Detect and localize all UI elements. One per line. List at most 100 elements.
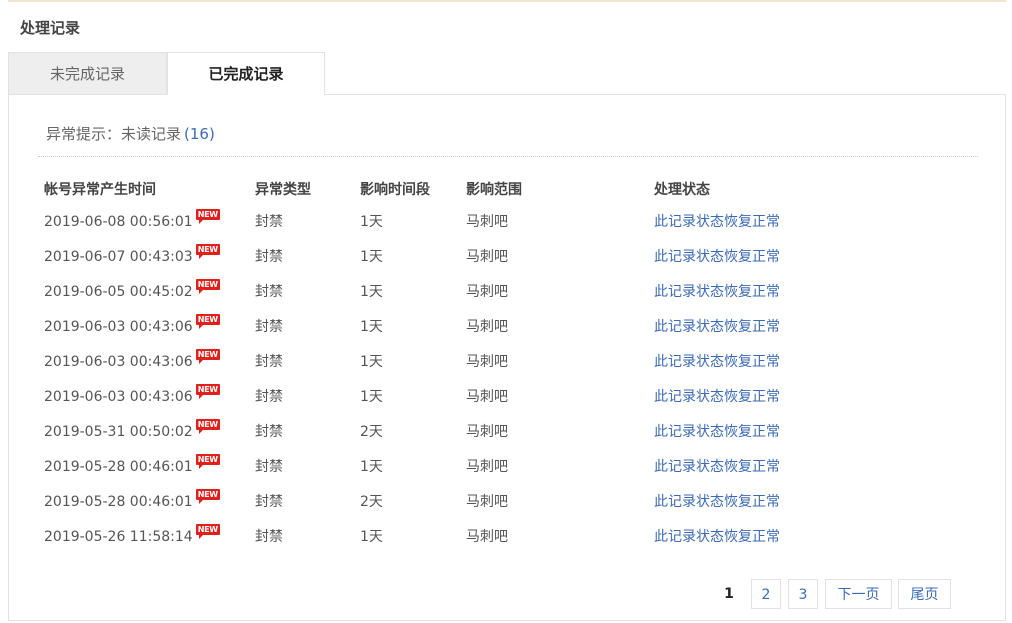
new-badge-icon: NEW — [195, 489, 220, 504]
row-time-text: 2019-05-28 00:46:01 — [44, 459, 193, 475]
table-body: 2019-06-08 00:56:01 NEW 封禁 1天 马刺吧 此记录状态恢复正常 20… — [9, 205, 1005, 555]
table-row: 2019-05-28 00:46:01 NEW 封禁 2天 马刺吧 此记录状态恢复正常 — [9, 485, 1005, 520]
row-time-text: 2019-06-08 00:56:01 — [44, 214, 193, 230]
row-status-link[interactable]: 此记录状态恢复正常 — [654, 380, 780, 415]
new-badge-icon: NEW — [195, 244, 220, 259]
row-time: 2019-06-05 00:45:02 NEW — [44, 275, 220, 310]
new-badge-icon: NEW — [195, 454, 220, 469]
table-header: 帐号异常产生时间 异常类型 影响时间段 影响范围 处理状态 — [9, 175, 1005, 205]
table-row: 2019-05-31 00:50:02 NEW 封禁 2天 马刺吧 此记录状态恢复正常 — [9, 415, 1005, 450]
row-type: 封禁 — [255, 214, 283, 230]
row-scope: 马刺吧 — [466, 389, 508, 405]
table-row: 2019-06-08 00:56:01 NEW 封禁 1天 马刺吧 此记录状态恢复正常 — [9, 205, 1005, 240]
new-badge-icon: NEW — [195, 349, 220, 364]
table-row: 2019-06-03 00:43:06 NEW 封禁 1天 马刺吧 此记录状态恢复正常 — [9, 310, 1005, 345]
unread-count: (16) — [184, 125, 215, 143]
row-time: 2019-05-28 00:46:01 NEW — [44, 450, 220, 485]
page-link-3[interactable]: 3 — [788, 579, 818, 609]
row-status-link[interactable]: 此记录状态恢复正常 — [654, 450, 780, 485]
row-time: 2019-06-03 00:43:06 NEW — [44, 310, 220, 345]
row-status-link[interactable]: 此记录状态恢复正常 — [654, 310, 780, 345]
table-row: 2019-06-03 00:43:06 NEW 封禁 1天 马刺吧 此记录状态恢复正常 — [9, 380, 1005, 415]
row-scope: 马刺吧 — [466, 284, 508, 300]
unread-alert: 异常提示：未读记录 (16) — [46, 123, 215, 144]
new-badge-icon: NEW — [195, 384, 220, 399]
table-row: 2019-06-07 00:43:03 NEW 封禁 1天 马刺吧 此记录状态恢复正常 — [9, 240, 1005, 275]
row-type: 封禁 — [255, 494, 283, 510]
row-scope: 马刺吧 — [466, 319, 508, 335]
row-period: 1天 — [360, 529, 383, 545]
row-period: 1天 — [360, 319, 383, 335]
row-time: 2019-06-03 00:43:06 NEW — [44, 380, 220, 415]
row-time: 2019-06-08 00:56:01 NEW — [44, 205, 220, 240]
row-time: 2019-05-31 00:50:02 NEW — [44, 415, 220, 450]
new-badge-icon: NEW — [195, 524, 220, 539]
row-type: 封禁 — [255, 284, 283, 300]
row-type: 封禁 — [255, 319, 283, 335]
page-current: 1 — [717, 579, 741, 609]
row-scope: 马刺吧 — [466, 494, 508, 510]
next-page-button[interactable]: 下一页 — [825, 579, 892, 609]
records-table: 帐号异常产生时间 异常类型 影响时间段 影响范围 处理状态 2019-06-08… — [9, 175, 1005, 555]
pagination: 1 2 3 下一页 尾页 — [9, 579, 1005, 610]
row-status-link[interactable]: 此记录状态恢复正常 — [654, 345, 780, 380]
top-divider — [8, 0, 1006, 2]
row-type: 封禁 — [255, 354, 283, 370]
row-period: 1天 — [360, 284, 383, 300]
records-panel: 异常提示：未读记录 (16) 帐号异常产生时间 异常类型 影响时间段 影响范围 处… — [8, 94, 1006, 621]
row-time-text: 2019-06-03 00:43:06 — [44, 319, 193, 335]
row-status-link[interactable]: 此记录状态恢复正常 — [654, 520, 780, 555]
row-period: 2天 — [360, 424, 383, 440]
new-badge-icon: NEW — [195, 314, 220, 329]
header-time: 帐号异常产生时间 — [44, 182, 156, 198]
row-period: 1天 — [360, 354, 383, 370]
page-title: 处理记录 — [20, 19, 81, 37]
row-time: 2019-06-03 00:43:06 NEW — [44, 345, 220, 380]
tab-finished-records[interactable]: 已完成记录 — [167, 52, 325, 95]
row-type: 封禁 — [255, 529, 283, 545]
dotted-divider — [38, 156, 978, 157]
last-page-button[interactable]: 尾页 — [898, 579, 951, 609]
row-time: 2019-05-26 11:58:14 NEW — [44, 520, 220, 555]
row-type: 封禁 — [255, 249, 283, 265]
row-scope: 马刺吧 — [466, 529, 508, 545]
row-time-text: 2019-06-03 00:43:06 — [44, 389, 193, 405]
new-badge-icon: NEW — [195, 209, 220, 224]
row-time-text: 2019-06-05 00:45:02 — [44, 284, 193, 300]
new-badge-icon: NEW — [195, 419, 220, 434]
row-time-text: 2019-06-03 00:43:06 — [44, 354, 193, 370]
tab-unfinished-records[interactable]: 未完成记录 — [8, 52, 167, 95]
row-time: 2019-06-07 00:43:03 NEW — [44, 240, 220, 275]
table-row: 2019-05-26 11:58:14 NEW 封禁 1天 马刺吧 此记录状态恢复正常 — [9, 520, 1005, 555]
row-scope: 马刺吧 — [466, 424, 508, 440]
row-time-text: 2019-06-07 00:43:03 — [44, 249, 193, 265]
row-time-text: 2019-05-26 11:58:14 — [44, 529, 193, 545]
header-type: 异常类型 — [255, 182, 311, 198]
row-period: 1天 — [360, 459, 383, 475]
row-time-text: 2019-05-31 00:50:02 — [44, 424, 193, 440]
row-status-link[interactable]: 此记录状态恢复正常 — [654, 275, 780, 310]
row-scope: 马刺吧 — [466, 354, 508, 370]
page-link-2[interactable]: 2 — [751, 579, 781, 609]
table-row: 2019-05-28 00:46:01 NEW 封禁 1天 马刺吧 此记录状态恢复正常 — [9, 450, 1005, 485]
header-period: 影响时间段 — [360, 182, 430, 198]
table-row: 2019-06-05 00:45:02 NEW 封禁 1天 马刺吧 此记录状态恢复正常 — [9, 275, 1005, 310]
header-status: 处理状态 — [654, 182, 710, 198]
table-row: 2019-06-03 00:43:06 NEW 封禁 1天 马刺吧 此记录状态恢复正常 — [9, 345, 1005, 380]
row-scope: 马刺吧 — [466, 459, 508, 475]
row-period: 1天 — [360, 214, 383, 230]
row-type: 封禁 — [255, 459, 283, 475]
row-period: 1天 — [360, 249, 383, 265]
row-status-link[interactable]: 此记录状态恢复正常 — [654, 240, 780, 275]
row-scope: 马刺吧 — [466, 214, 508, 230]
row-period: 1天 — [360, 389, 383, 405]
row-status-link[interactable]: 此记录状态恢复正常 — [654, 205, 780, 240]
row-type: 封禁 — [255, 424, 283, 440]
row-status-link[interactable]: 此记录状态恢复正常 — [654, 415, 780, 450]
row-scope: 马刺吧 — [466, 249, 508, 265]
header-scope: 影响范围 — [466, 182, 522, 198]
row-period: 2天 — [360, 494, 383, 510]
row-time-text: 2019-05-28 00:46:01 — [44, 494, 193, 510]
row-status-link[interactable]: 此记录状态恢复正常 — [654, 485, 780, 520]
row-type: 封禁 — [255, 389, 283, 405]
